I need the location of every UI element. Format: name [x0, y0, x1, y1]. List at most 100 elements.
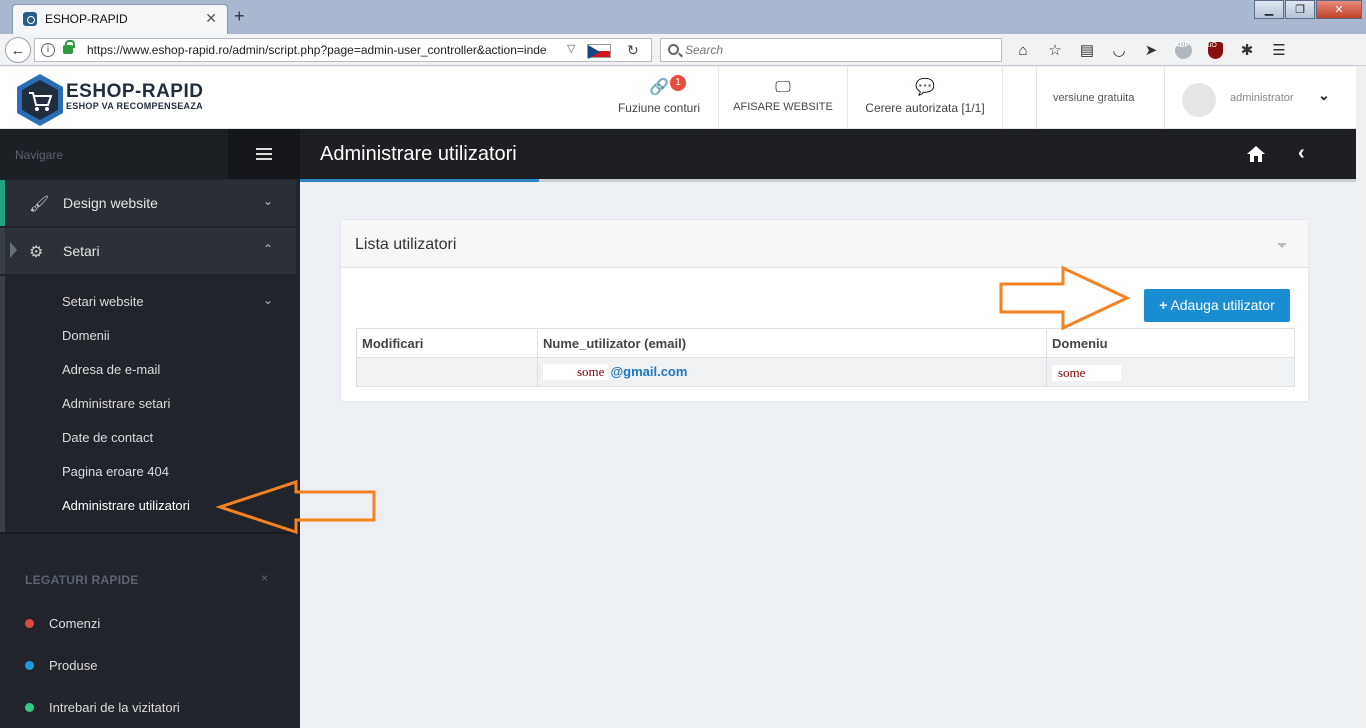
home-icon[interactable]: ⌂: [1010, 40, 1036, 60]
czech-flag-icon[interactable]: [587, 44, 611, 59]
shop-logo-icon: [17, 74, 63, 126]
column-header-email: Nume_utilizator (email): [537, 328, 1047, 358]
hamburger-icon: [256, 148, 272, 160]
sidebar-item-design-website[interactable]: 🖌 Design website ⌄: [0, 180, 296, 226]
pocket-icon[interactable]: ◡: [1106, 40, 1132, 60]
logo-subtitle: ESHOP VA RECOMPENSEAZA: [66, 101, 203, 111]
reload-icon[interactable]: ↻: [627, 42, 639, 59]
chat-bubbles-icon: 💬: [915, 79, 935, 96]
cell-domeniu: some: [1046, 357, 1295, 387]
info-icon[interactable]: i: [41, 43, 55, 57]
table-row: some @gmail.com some: [356, 357, 1295, 387]
fuziune-conturi-link[interactable]: 🔗 1 Fuziune conturi: [600, 67, 718, 129]
window-close-icon[interactable]: ✕: [1316, 0, 1362, 19]
new-tab-icon[interactable]: +: [234, 6, 245, 27]
submenu-item-domenii[interactable]: Domenii: [62, 328, 110, 343]
submenu-item-setari-website[interactable]: Setari website: [62, 294, 144, 309]
page-header-underline: [300, 179, 1356, 182]
url-dropdown-icon[interactable]: ▽: [567, 42, 575, 55]
quick-link-comenzi[interactable]: Comenzi: [25, 616, 100, 631]
panel-title: Lista utilizatori: [355, 236, 457, 253]
browser-titlebar: ESHOP-RAPID ✕ + ▁ ❐ ✕: [0, 0, 1366, 34]
submenu-item-date-contact[interactable]: Date de contact: [62, 430, 153, 445]
version-box: versiune gratuita: [1036, 67, 1164, 129]
logo-text[interactable]: ESHOP-RAPID ESHOP VA RECOMPENSEAZA: [66, 81, 204, 111]
blue-dot-icon: [25, 661, 34, 670]
green-dot-icon: [25, 703, 34, 712]
cerere-label: Cerere autorizata [1/1]: [865, 101, 985, 115]
afisare-label: AFISARE WEBSITE: [733, 101, 833, 113]
quick-link-produse[interactable]: Produse: [25, 658, 97, 673]
url-bar[interactable]: i https://www.eshop-rapid.ro/admin/scrip…: [34, 38, 652, 62]
sidebar: Navigare 🖌 Design website ⌄ ⚙ Setari ⌃ S…: [0, 129, 300, 728]
header-separator: [1002, 67, 1036, 129]
search-icon: [668, 44, 679, 55]
plus-icon: +: [1159, 297, 1168, 313]
column-header-modificari: Modificari: [356, 328, 538, 358]
afisare-website-link[interactable]: 🖵 AFISARE WEBSITE: [718, 67, 847, 129]
logo-title: ESHOP-RAPID: [66, 81, 204, 102]
caret-down-icon[interactable]: [1277, 243, 1287, 248]
submenu-item-administrare-utilizatori[interactable]: Administrare utilizatori: [62, 498, 190, 513]
chevron-down-icon[interactable]: ⌄: [263, 293, 273, 307]
browser-search-bar[interactable]: [660, 38, 1002, 62]
version-label: versiune gratuita: [1053, 92, 1135, 104]
quick-link-label: Intrebari de la vizitatori: [49, 700, 180, 715]
monitor-icon: 🖵: [775, 79, 791, 96]
url-text[interactable]: https://www.eshop-rapid.ro/admin/script.…: [87, 43, 567, 57]
red-dot-icon: [25, 619, 34, 628]
panel-header: Lista utilizatori: [341, 220, 1308, 268]
restore-icon[interactable]: ❐: [1285, 0, 1315, 19]
sidebar-toggle-button[interactable]: [228, 129, 300, 179]
submenu-item-adresa-email[interactable]: Adresa de e-mail: [62, 362, 160, 377]
paintbrush-icon: 🖌: [29, 196, 50, 213]
active-pointer-icon: [10, 242, 17, 258]
back-arrow-icon[interactable]: ←: [5, 37, 31, 63]
site-favicon-icon: [23, 12, 37, 26]
reading-list-icon[interactable]: ▤: [1074, 40, 1100, 60]
quick-links-close-icon[interactable]: ×: [261, 571, 268, 585]
users-panel: Lista utilizatori + Adauga utilizator Mod…: [340, 219, 1309, 402]
page-header-accent: [300, 179, 539, 182]
submenu-item-administrare-setari[interactable]: Administrare setari: [62, 396, 170, 411]
submenu-item-pagina-404[interactable]: Pagina eroare 404: [62, 464, 169, 479]
send-icon[interactable]: ➤: [1138, 40, 1164, 60]
page-scrollbar[interactable]: [1356, 67, 1366, 728]
quick-links-title: LEGATURI RAPIDE: [25, 573, 139, 587]
notification-badge: 1: [670, 75, 686, 91]
cell-email[interactable]: some @gmail.com: [537, 357, 1047, 387]
sidebar-header: Navigare: [0, 129, 300, 179]
user-name[interactable]: administrator: [1230, 67, 1294, 129]
add-user-label: Adauga utilizator: [1170, 297, 1275, 313]
menu-icon[interactable]: ☰: [1266, 40, 1292, 60]
quick-link-intrebari[interactable]: Intrebari de la vizitatori: [25, 700, 180, 715]
home-icon[interactable]: [1246, 145, 1266, 163]
avatar[interactable]: [1182, 83, 1216, 117]
adblock-icon[interactable]: ABP: [1170, 40, 1196, 60]
extension-icon[interactable]: ✱: [1234, 40, 1260, 60]
minimize-icon[interactable]: ▁: [1254, 0, 1284, 19]
quick-link-label: Comenzi: [49, 616, 101, 631]
users-table: Modificari Nume_utilizator (email) Domen…: [356, 328, 1295, 387]
browser-search-input[interactable]: [685, 41, 995, 59]
bookmark-star-icon[interactable]: ☆: [1042, 40, 1068, 60]
cell-modificari[interactable]: [356, 357, 538, 387]
page-title: Administrare utilizatori: [320, 143, 517, 165]
lock-icon[interactable]: [63, 40, 75, 54]
chevron-left-icon[interactable]: ‹: [1298, 142, 1305, 165]
tab-close-icon[interactable]: ✕: [205, 10, 217, 27]
browser-tab[interactable]: ESHOP-RAPID ✕: [12, 4, 228, 34]
chevron-down-icon[interactable]: ⌄: [1318, 87, 1330, 104]
ublock-icon[interactable]: uO: [1202, 40, 1228, 60]
page-header: Administrare utilizatori ‹: [300, 129, 1356, 179]
email-domain: @gmail.com: [610, 364, 688, 379]
fuziune-label: Fuziune conturi: [617, 101, 701, 115]
sidebar-item-label: Design website: [63, 195, 158, 211]
table-header-row: Modificari Nume_utilizator (email) Domen…: [356, 328, 1295, 358]
sidebar-item-setari[interactable]: ⚙ Setari ⌃: [0, 228, 296, 274]
browser-navbar: ← i https://www.eshop-rapid.ro/admin/scr…: [0, 34, 1366, 66]
cerere-autorizata-link[interactable]: 💬 Cerere autorizata [1/1]: [847, 67, 1002, 129]
chevron-up-icon: ⌃: [263, 242, 274, 256]
sidebar-item-label: Setari: [63, 243, 100, 259]
add-user-button[interactable]: + Adauga utilizator: [1144, 289, 1290, 322]
